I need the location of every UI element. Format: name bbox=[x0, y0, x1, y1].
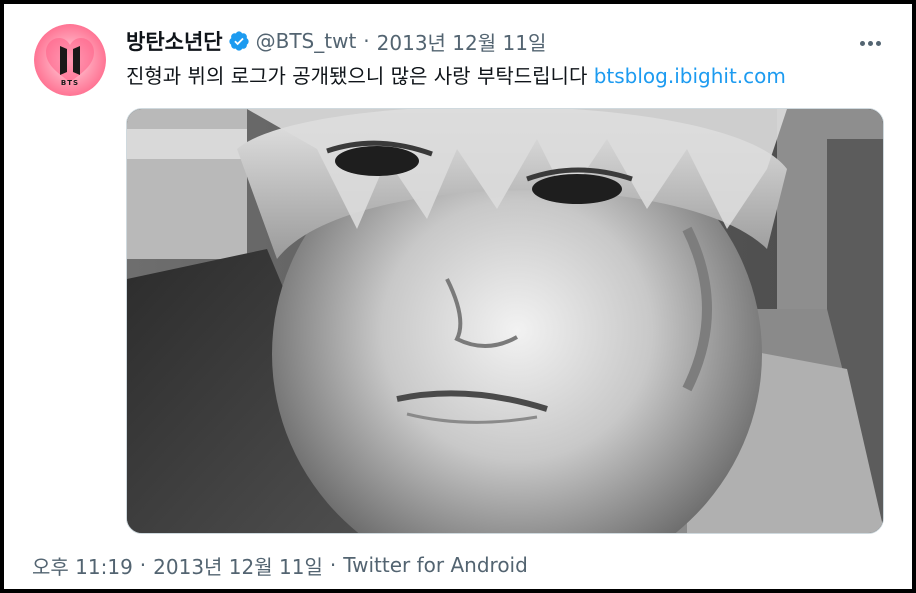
timestamp-time[interactable]: 오후 11:19 bbox=[32, 551, 133, 580]
bts-logo-icon: BTS bbox=[34, 24, 106, 96]
user-handle[interactable]: @BTS_twt bbox=[256, 29, 357, 53]
tweet-link[interactable]: btsblog.ibighit.com bbox=[594, 64, 786, 88]
verified-badge-icon bbox=[228, 30, 250, 52]
more-options-icon[interactable] bbox=[850, 28, 890, 58]
photo-image bbox=[127, 109, 883, 533]
avatar-logo-text: BTS bbox=[61, 79, 79, 87]
tweet-photo[interactable] bbox=[126, 108, 884, 534]
avatar[interactable]: BTS bbox=[34, 24, 106, 96]
display-name[interactable]: 방탄소년단 bbox=[126, 26, 223, 56]
tweet-text: 진형과 뷔의 로그가 공개됐으니 많은 사랑 부탁드립니다 btsblog.ib… bbox=[126, 62, 886, 90]
timestamp-date[interactable]: 2013년 12월 11일 bbox=[153, 551, 323, 580]
tweet-source-link[interactable]: Twitter for Android bbox=[343, 553, 528, 577]
separator-dot: · bbox=[329, 553, 337, 577]
tweet-body: 진형과 뷔의 로그가 공개됐으니 많은 사랑 부탁드립니다 bbox=[126, 64, 588, 88]
separator-dot: · bbox=[363, 29, 370, 53]
tweet-date[interactable]: 2013년 12월 11일 bbox=[377, 27, 547, 56]
tweet-header: 방탄소년단 @BTS_twt · 2013년 12월 11일 bbox=[126, 26, 546, 56]
separator-dot: · bbox=[139, 553, 147, 577]
tweet-meta: 오후 11:19 · 2013년 12월 11일 · Twitter for A… bbox=[32, 550, 528, 580]
tweet-card: BTS 방탄소년단 @BTS_twt · 2013년 12월 11일 진형과 뷔… bbox=[0, 0, 916, 593]
